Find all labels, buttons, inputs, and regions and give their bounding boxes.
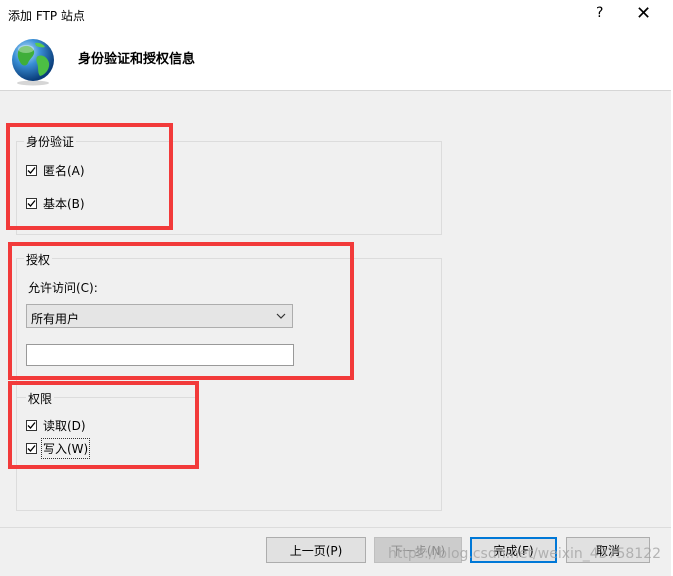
user-role-input[interactable] <box>26 344 294 366</box>
write-label: 写入(W) <box>40 438 91 459</box>
read-checkbox[interactable] <box>26 420 37 431</box>
cancel-button[interactable]: 取消 <box>566 537 650 563</box>
basic-label: 基本(B) <box>43 197 85 211</box>
auth-legend: 身份验证 <box>24 133 77 150</box>
prev-button[interactable]: 上一页(P) <box>266 537 366 563</box>
authorization-legend: 授权 <box>24 251 53 268</box>
write-checkbox[interactable] <box>26 443 37 454</box>
anonymous-checkbox[interactable] <box>26 165 37 176</box>
wizard-header: 身份验证和授权信息 <box>0 30 672 91</box>
basic-checkbox-row[interactable]: 基本(B) <box>26 195 85 212</box>
footer-divider <box>0 527 671 528</box>
finish-button[interactable]: 完成(F) <box>470 537 557 563</box>
globe-icon <box>12 39 54 86</box>
check-icon <box>27 167 36 174</box>
read-checkbox-row[interactable]: 读取(D) <box>26 417 86 434</box>
write-checkbox-row[interactable]: 写入(W) <box>26 438 91 459</box>
allow-access-value: 所有用户 <box>31 312 80 326</box>
basic-checkbox[interactable] <box>26 198 37 209</box>
allow-access-label: 允许访问(C): <box>28 281 98 295</box>
close-button[interactable]: ✕ <box>636 3 651 24</box>
chevron-down-icon <box>276 313 286 319</box>
anonymous-label: 匿名(A) <box>43 164 85 178</box>
auth-group <box>16 141 442 235</box>
read-label: 读取(D) <box>43 419 86 433</box>
permissions-legend: 权限 <box>26 390 55 407</box>
next-button[interactable]: 下一步(N) <box>374 537 462 563</box>
allow-access-select[interactable]: 所有用户 <box>26 304 293 328</box>
page-title: 身份验证和授权信息 <box>78 52 196 67</box>
title-bar: 添加 FTP 站点 ? ✕ <box>0 0 672 30</box>
check-icon <box>27 445 36 452</box>
anonymous-checkbox-row[interactable]: 匿名(A) <box>26 162 85 179</box>
check-icon <box>27 422 36 429</box>
window-title: 添加 FTP 站点 <box>8 9 85 23</box>
check-icon <box>27 200 36 207</box>
help-button[interactable]: ? <box>596 5 603 21</box>
